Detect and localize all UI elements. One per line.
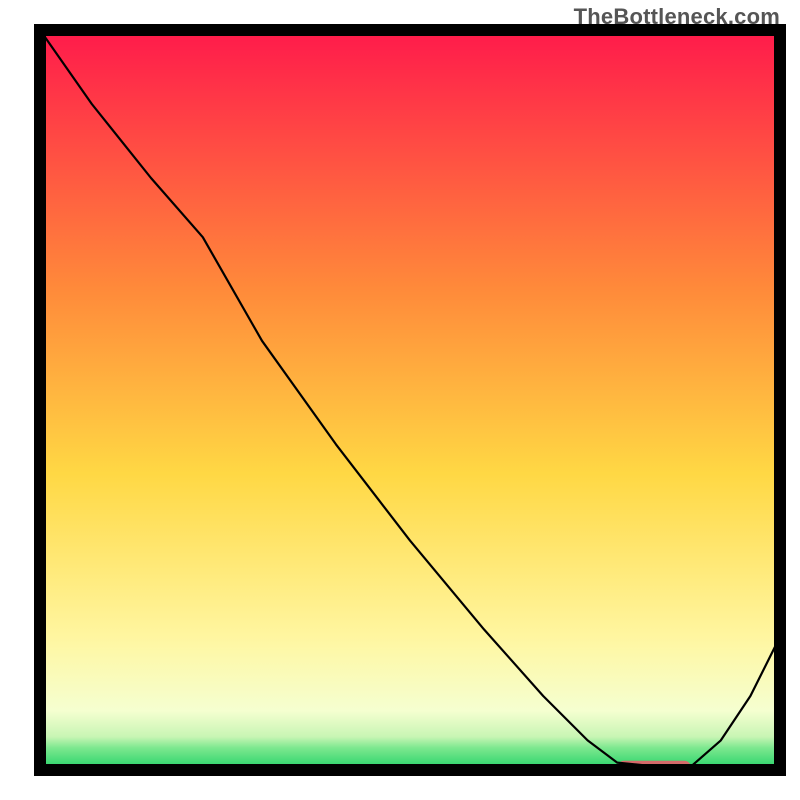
bottleneck-chart (0, 0, 800, 800)
gradient-background (40, 30, 780, 770)
chart-container: TheBottleneck.com (0, 0, 800, 800)
